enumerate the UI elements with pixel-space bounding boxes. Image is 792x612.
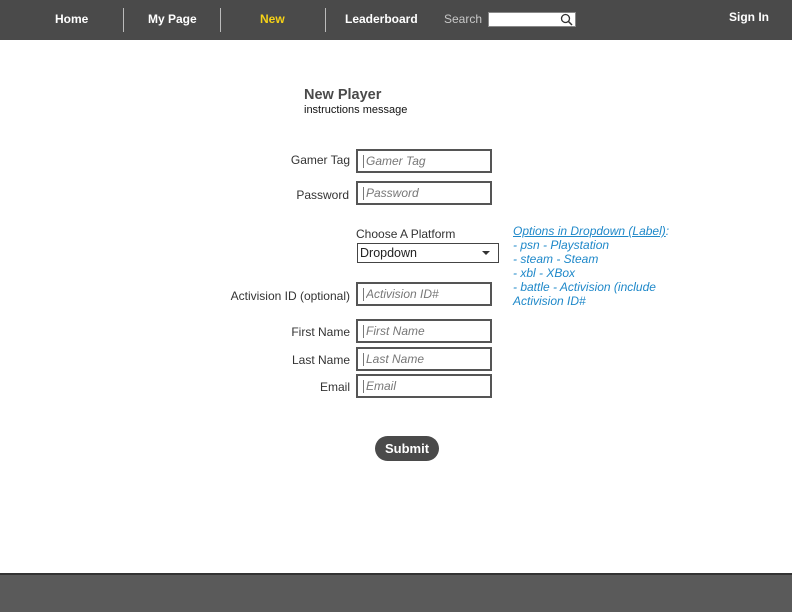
last-name-field[interactable] (356, 347, 492, 371)
sign-in-link[interactable]: Sign In (729, 10, 769, 24)
activision-id-field[interactable] (356, 282, 492, 306)
nav-divider (325, 8, 326, 32)
footer-bar (0, 573, 792, 612)
password-label: Password (296, 188, 349, 202)
first-name-field[interactable] (356, 319, 492, 343)
nav-divider (220, 8, 221, 32)
last-name-input[interactable] (358, 349, 490, 369)
text-caret (363, 187, 364, 200)
nav-leaderboard[interactable]: Leaderboard (345, 12, 418, 26)
search-label: Search (444, 12, 483, 26)
email-field[interactable] (356, 374, 492, 398)
activision-id-label: Activision ID (optional) (230, 289, 350, 303)
first-name-label: First Name (291, 325, 350, 339)
text-caret (363, 155, 364, 168)
nav-my-page[interactable]: My Page (148, 12, 197, 26)
annotation-heading: Options in Dropdown (Label) (513, 224, 666, 238)
search-icon[interactable] (560, 13, 573, 26)
nav-new[interactable]: New (260, 12, 285, 26)
top-nav-bar: Home My Page New Leaderboard Search Sign… (0, 0, 792, 40)
platform-dropdown-value: Dropdown (360, 246, 417, 260)
nav-home[interactable]: Home (55, 12, 88, 26)
page-title: New Player (304, 87, 382, 103)
email-input[interactable] (358, 376, 490, 396)
gamer-tag-label: Gamer Tag (290, 153, 350, 167)
platform-dropdown[interactable]: Dropdown (357, 243, 499, 263)
search-input[interactable] (488, 12, 576, 27)
text-caret (363, 325, 364, 338)
password-field[interactable] (356, 181, 492, 205)
annotation-line: - psn - Playstation (513, 238, 610, 252)
gamer-tag-input[interactable] (358, 151, 490, 171)
first-name-input[interactable] (358, 321, 490, 341)
last-name-label: Last Name (291, 353, 350, 367)
text-caret (363, 288, 364, 301)
submit-button[interactable]: Submit (375, 436, 439, 461)
annotation-line: - steam - Steam (513, 252, 599, 266)
nav-divider (123, 8, 124, 32)
activision-id-input[interactable] (358, 284, 490, 304)
instructions-message: instructions message (304, 104, 408, 116)
gamer-tag-field[interactable] (356, 149, 492, 173)
dropdown-options-annotation: Options in Dropdown (Label): - psn - Pla… (513, 224, 683, 308)
email-label: Email (319, 380, 350, 394)
chevron-down-icon (482, 251, 490, 255)
annotation-line: - battle - Activision (include Activisio… (513, 280, 656, 308)
annotation-line: - xbl - XBox (513, 266, 576, 280)
text-caret (363, 380, 364, 393)
annotation-heading-colon: : (665, 224, 670, 238)
platform-label: Choose A Platform (356, 227, 456, 241)
password-input[interactable] (358, 183, 490, 203)
text-caret (363, 353, 364, 366)
